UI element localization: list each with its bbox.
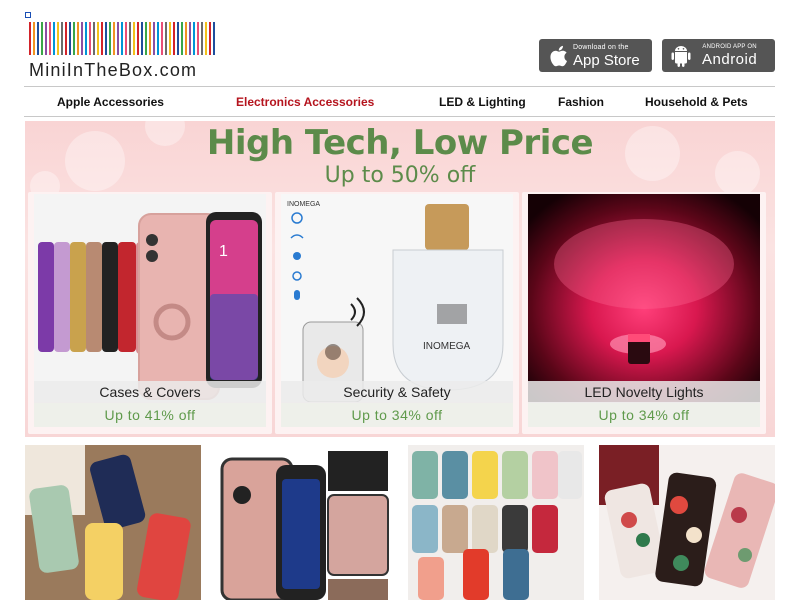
promo-card-label: Cases & Covers [34, 381, 266, 403]
logo-bar [37, 22, 39, 55]
logo-bar [81, 22, 83, 55]
logo-bar [193, 22, 195, 55]
logo-barcode-graphic [29, 22, 219, 55]
promo-card-led-novelty-lights[interactable]: LED Novelty Lights Up to 34% off [522, 192, 766, 434]
app-store-badge[interactable]: Download on the App Store [539, 39, 652, 72]
logo-bar [77, 22, 79, 55]
nav-item-household-pets[interactable]: Household & Pets [645, 95, 748, 109]
floral-phone-cases-photo [599, 445, 775, 600]
android-big-text: Android [702, 51, 758, 68]
app-store-small-text: Download on the [573, 43, 629, 51]
logo-bar [93, 22, 95, 55]
logo-bar [177, 22, 179, 55]
logo-bar [197, 22, 199, 55]
logo-bar [129, 22, 131, 55]
logo-bar [173, 22, 175, 55]
logo-bar [85, 22, 87, 55]
promo-banner[interactable]: High Tech, Low Price Up to 50% off 1 Cas… [25, 121, 775, 437]
logo-bar [149, 22, 151, 55]
logo-bar [117, 22, 119, 55]
android-small-text: ANDROID APP ON [702, 44, 757, 50]
svg-text:INOMEGA: INOMEGA [287, 201, 320, 208]
logo-bar [145, 22, 147, 55]
nav-item-led-lighting[interactable]: LED & Lighting [439, 95, 526, 109]
logo-bar [201, 22, 203, 55]
svg-text:1: 1 [219, 243, 228, 260]
category-nav: Apple Accessories Electronics Accessorie… [24, 86, 775, 117]
logo-bar [49, 22, 51, 55]
logo-bar [209, 22, 211, 55]
glitter-phone-case-image: 1 [34, 194, 266, 402]
logo-bar [185, 22, 187, 55]
logo-bar [69, 22, 71, 55]
nav-item-apple-accessories[interactable]: Apple Accessories [57, 95, 164, 109]
logo-bar [153, 22, 155, 55]
android-badge[interactable]: ANDROID APP ON Android [662, 39, 775, 72]
logo-bar [73, 22, 75, 55]
promo-card-discount: Up to 41% off [34, 403, 266, 427]
logo-bar [105, 22, 107, 55]
logo-bar [29, 22, 31, 55]
promo-card-security-safety[interactable]: INOMEGA INOMEGA Security & Safety Up to … [275, 192, 519, 434]
product-tile-floral-cases[interactable] [599, 445, 775, 600]
logo-bar [137, 22, 139, 55]
banner-title: High Tech, Low Price [206, 123, 594, 163]
product-tile-rugged-case[interactable] [216, 445, 392, 600]
logo-bar [165, 22, 167, 55]
logo-bar [53, 22, 55, 55]
banner-subtitle: Up to 50% off [324, 163, 476, 188]
promo-card-discount: Up to 34% off [281, 403, 513, 427]
promo-card-discount: Up to 34% off [528, 403, 760, 427]
colorful-phone-cases-photo [25, 445, 201, 600]
logo-bar [181, 22, 183, 55]
product-tile-colorful-cases[interactable] [25, 445, 201, 600]
app-store-big-text: App Store [573, 51, 640, 69]
logo-bar [141, 22, 143, 55]
camera-bulb-image: INOMEGA INOMEGA [281, 194, 513, 402]
logo-bar [169, 22, 171, 55]
silicone-phone-case-grid-photo [408, 445, 584, 600]
logo-bar [41, 22, 43, 55]
logo-bar [213, 22, 215, 55]
logo-bar [157, 22, 159, 55]
logo-text: MiniInTheBox.com [29, 60, 198, 80]
corner-marker [25, 12, 31, 18]
nav-item-electronics-accessories[interactable]: Electronics Accessories [236, 95, 374, 109]
logo-bar [125, 22, 127, 55]
logo-bar [109, 22, 111, 55]
site-logo[interactable]: MiniInTheBox.com [29, 22, 219, 82]
logo-bar [61, 22, 63, 55]
android-icon [666, 44, 696, 68]
promo-card-label: LED Novelty Lights [528, 381, 760, 403]
promo-card-cases-covers[interactable]: 1 Cases & Covers Up to 41% off [28, 192, 272, 434]
logo-bar [121, 22, 123, 55]
logo-bar [101, 22, 103, 55]
logo-bar [189, 22, 191, 55]
logo-bar [161, 22, 163, 55]
logo-bar [65, 22, 67, 55]
nav-item-fashion[interactable]: Fashion [558, 95, 604, 109]
logo-bar [33, 22, 35, 55]
logo-bar [97, 22, 99, 55]
logo-bar [133, 22, 135, 55]
rugged-pink-phone-case-photo [216, 445, 392, 600]
apple-icon [543, 44, 573, 68]
logo-bar [205, 22, 207, 55]
promo-card-label: Security & Safety [281, 381, 513, 403]
logo-bar [113, 22, 115, 55]
led-light-projector-image [528, 194, 760, 402]
logo-bar [89, 22, 91, 55]
svg-text:INOMEGA: INOMEGA [423, 341, 471, 352]
product-tile-silicone-cases[interactable] [408, 445, 584, 600]
logo-bar [57, 22, 59, 55]
logo-bar [45, 22, 47, 55]
